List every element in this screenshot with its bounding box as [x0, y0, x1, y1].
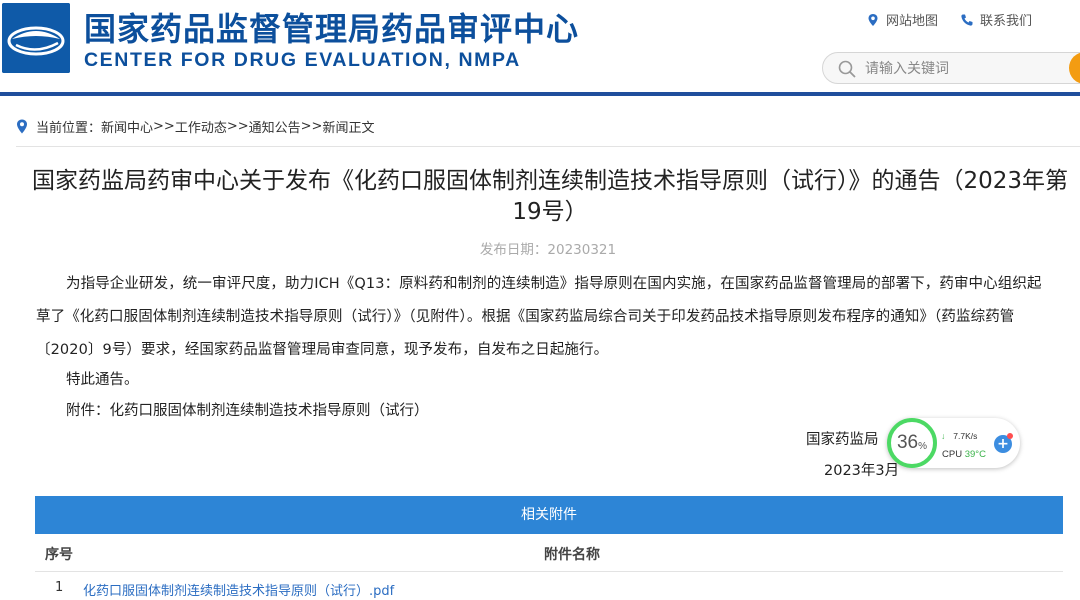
search-box	[822, 52, 1080, 84]
site-header: 国家药品监督管理局药品审评中心 CENTER FOR DRUG EVALUATI…	[0, 0, 1080, 92]
net-speed-value: 7.7K/s	[953, 431, 978, 441]
search-icon[interactable]	[837, 59, 857, 79]
breadcrumb: 当前位置： 新闻中心 >> 工作动态 >> 通知公告 >> 新闻正文	[16, 117, 374, 136]
attachment-link[interactable]: 化药口服固体制剂连续制造技术指导原则（试行）.pdf	[83, 580, 394, 599]
row-number: 1	[55, 580, 64, 595]
article-title: 国家药监局药审中心关于发布《化药口服固体制剂连续制造技术指导原则（试行）》的通告…	[31, 168, 1069, 225]
publish-date: 发布日期：20230321	[0, 238, 1080, 258]
system-monitor-widget[interactable]: 36% ↓ 7.7K/s CPU 39°C +	[887, 418, 1020, 468]
signature-date: 2023年3月	[824, 463, 900, 479]
header-divider	[0, 92, 1080, 96]
top-links: 网站地图 联系我们	[866, 10, 1032, 29]
breadcrumb-separator: >>	[300, 119, 323, 134]
breadcrumb-divider	[16, 146, 1080, 147]
phone-icon	[961, 14, 973, 26]
search-input[interactable]	[865, 59, 1065, 79]
breadcrumb-separator: >>	[153, 119, 175, 134]
signature-org: 国家药监局	[806, 432, 879, 448]
cpu-gauge: 36%	[887, 418, 937, 468]
cpu-temp-value: 39°C	[964, 449, 986, 460]
publish-date-value: 20230321	[547, 242, 617, 258]
article-paragraph: 为指导企业研发，统一审评尺度，助力ICH《Q13：原料药和制剂的连续制造》指导原…	[36, 276, 1042, 358]
breadcrumb-current: 新闻正文	[322, 121, 375, 136]
col-header-number: 序号	[45, 547, 73, 563]
download-arrow-icon: ↓	[941, 431, 946, 441]
article-paragraph: 特此通告。	[66, 372, 139, 388]
attachments-column-headers: 序号 附件名称	[35, 534, 1063, 572]
location-pin-icon	[17, 119, 27, 134]
publish-date-label: 发布日期：	[479, 242, 548, 258]
cpu-temp: CPU 39°C	[942, 449, 986, 460]
site-title-en: CENTER FOR DRUG EVALUATION, NMPA	[84, 49, 521, 71]
breadcrumb-prefix: 当前位置：	[36, 121, 102, 136]
table-row: 1 化药口服固体制剂连续制造技术指导原则（试行）.pdf	[35, 572, 1063, 600]
breadcrumb-notices[interactable]: 通知公告	[249, 117, 301, 136]
attachments-header: 相关附件	[35, 496, 1063, 534]
breadcrumb-news-center[interactable]: 新闻中心	[101, 117, 153, 136]
attachments-table: 相关附件 序号 附件名称 1 化药口服固体制剂连续制造技术指导原则（试行）.pd…	[35, 496, 1063, 600]
notification-dot	[1007, 433, 1013, 439]
percent-sign: %	[918, 440, 928, 452]
breadcrumb-separator: >>	[226, 119, 249, 134]
col-header-name: 附件名称	[544, 547, 600, 563]
contact-us-label: 联系我们	[979, 14, 1032, 29]
site-map-link[interactable]: 网站地图	[866, 10, 938, 29]
site-map-label: 网站地图	[885, 14, 938, 29]
cpu-percent: 36	[896, 432, 919, 453]
nmpa-logo[interactable]	[2, 3, 70, 73]
breadcrumb-work-news[interactable]: 工作动态	[175, 117, 227, 136]
cpu-label: CPU	[942, 449, 963, 460]
location-pin-icon	[868, 13, 878, 26]
contact-us-link[interactable]: 联系我们	[960, 10, 1032, 29]
site-title-cn: 国家药品监督管理局药品审评中心	[84, 10, 580, 48]
network-speed: ↓ 7.7K/s	[941, 431, 977, 441]
